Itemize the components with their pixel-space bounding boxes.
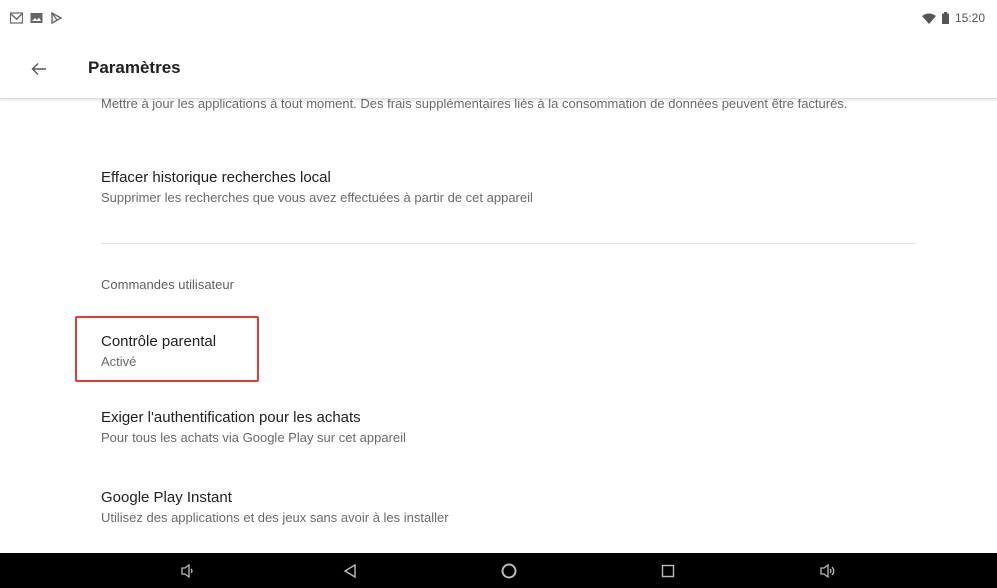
play-store-icon bbox=[51, 12, 63, 24]
recents-nav-button[interactable] bbox=[658, 561, 678, 581]
highlight-box bbox=[75, 316, 259, 382]
setting-clear-history-title: Effacer historique recherches local bbox=[101, 169, 331, 186]
app-bar: Paramètres bbox=[0, 36, 997, 99]
recents-square-icon bbox=[661, 564, 675, 578]
gmail-icon bbox=[10, 12, 23, 24]
back-button[interactable] bbox=[26, 56, 56, 82]
setting-clear-history[interactable]: Effacer historique recherches local Supp… bbox=[101, 168, 921, 206]
setting-purchase-auth[interactable]: Exiger l'authentification pour les achat… bbox=[101, 408, 921, 446]
wifi-icon bbox=[921, 13, 936, 24]
photo-icon bbox=[30, 13, 43, 23]
battery-icon bbox=[941, 12, 949, 24]
page-title: Paramètres bbox=[88, 58, 181, 77]
home-nav-button[interactable] bbox=[499, 561, 519, 581]
setting-purchase-auth-subtitle: Pour tous les achats via Google Play sur… bbox=[101, 430, 406, 445]
volume-up-button[interactable] bbox=[818, 561, 838, 581]
section-divider bbox=[101, 243, 916, 244]
settings-list[interactable]: Mettre à jour les applications à tout mo… bbox=[0, 98, 997, 553]
setting-play-instant-subtitle: Utilisez des applications et des jeux sa… bbox=[101, 510, 449, 525]
back-nav-button[interactable] bbox=[340, 561, 360, 581]
status-bar: 15:20 bbox=[0, 0, 997, 36]
section-header-user-controls: Commandes utilisateur bbox=[101, 277, 234, 292]
system-status: 15:20 bbox=[921, 11, 985, 25]
navigation-bar bbox=[0, 553, 997, 588]
arrow-left-icon bbox=[31, 63, 46, 75]
home-circle-icon bbox=[501, 563, 517, 579]
volume-down-icon bbox=[181, 563, 193, 579]
notification-icons bbox=[10, 12, 63, 24]
setting-purchase-auth-title: Exiger l'authentification pour les achat… bbox=[101, 409, 361, 426]
setting-auto-update-subtitle: Mettre à jour les applications à tout mo… bbox=[101, 98, 848, 111]
setting-play-instant-title: Google Play Instant bbox=[101, 489, 232, 506]
back-triangle-icon bbox=[343, 563, 356, 579]
volume-down-button[interactable] bbox=[178, 561, 198, 581]
setting-play-instant[interactable]: Google Play Instant Utilisez des applica… bbox=[101, 488, 921, 526]
setting-clear-history-subtitle: Supprimer les recherches que vous avez e… bbox=[101, 190, 533, 205]
volume-up-icon bbox=[820, 563, 835, 579]
status-time: 15:20 bbox=[954, 11, 985, 25]
setting-auto-update[interactable]: Mettre à jour les applications à tout mo… bbox=[101, 98, 921, 112]
